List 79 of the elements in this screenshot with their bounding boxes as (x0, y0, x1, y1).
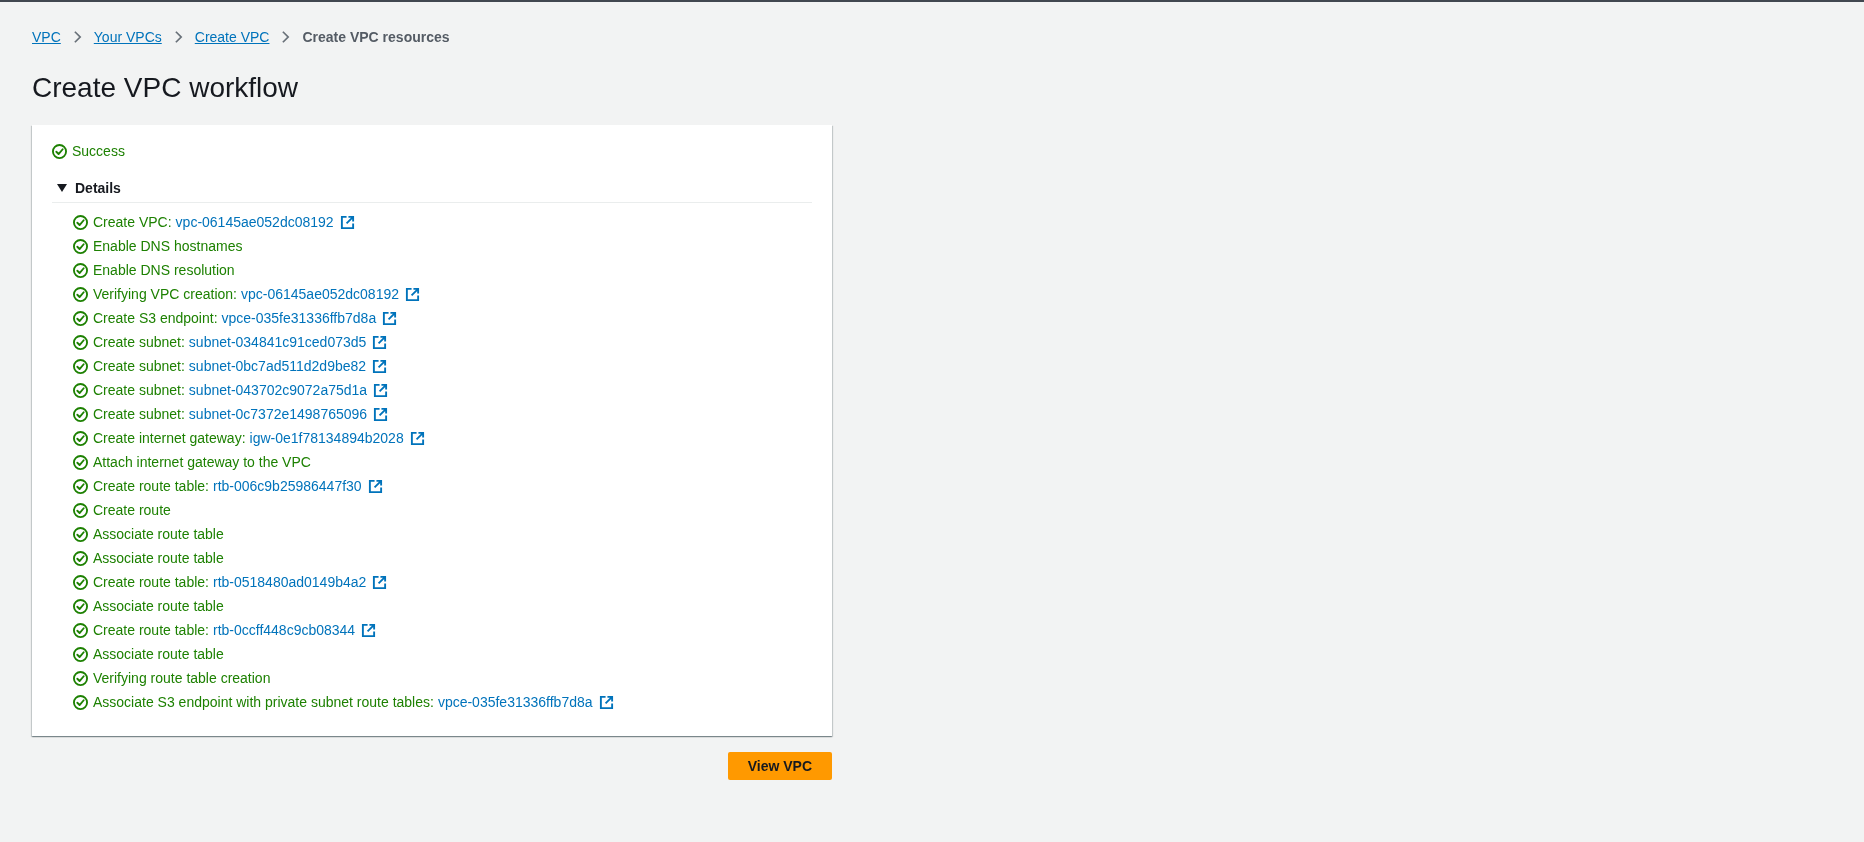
success-check-icon (73, 694, 88, 710)
external-link-icon[interactable] (598, 694, 614, 710)
external-link-icon[interactable] (405, 286, 420, 302)
step-text: Verifying route table creation (93, 669, 271, 688)
success-check-icon (73, 478, 88, 494)
success-check-icon (73, 670, 88, 686)
step-text: Attach internet gateway to the VPC (93, 453, 311, 472)
step-text: Create VPC: (93, 213, 172, 232)
external-link-icon[interactable] (372, 574, 388, 590)
resource-link[interactable]: subnet-034841c91ced073d5 (188, 332, 367, 352)
caret-down-icon (57, 183, 67, 193)
step-text: Enable DNS resolution (93, 261, 235, 280)
success-check-icon (73, 238, 88, 254)
resource-link[interactable]: igw-0e1f78134894b2028 (249, 428, 404, 448)
step-text: Associate S3 endpoint with private subnet route tables: (93, 693, 434, 712)
step-text: Create internet gateway: (93, 429, 246, 448)
resource-link[interactable]: rtb-0ccff448c9cb08344 (212, 620, 356, 640)
resource-link[interactable]: subnet-0bc7ad511d2d9be82 (188, 356, 367, 376)
success-check-icon (73, 334, 88, 350)
breadcrumb-link[interactable]: Your VPCs (93, 27, 162, 47)
resource-link[interactable]: rtb-006c9b25986447f30 (212, 476, 362, 496)
step-text: Create route table: (93, 621, 209, 640)
success-check-icon (73, 646, 88, 662)
success-check-icon (73, 310, 88, 326)
chevron-right-icon (72, 30, 82, 44)
step-text: Verifying VPC creation: (93, 285, 237, 304)
chevron-right-icon (281, 30, 291, 44)
status-text: Success (72, 142, 125, 161)
external-link-icon[interactable] (382, 310, 398, 326)
step-text: Create route (93, 501, 171, 520)
breadcrumb-link[interactable]: VPC (32, 27, 61, 47)
step-text: Associate route table (93, 525, 224, 544)
chevron-right-icon (173, 30, 183, 44)
step-text: Associate route table (93, 645, 224, 664)
success-check-icon (73, 526, 88, 542)
success-check-icon (73, 502, 88, 518)
step-text: Associate route table (93, 597, 224, 616)
resource-link[interactable]: vpce-035fe31336ffb7d8a (221, 308, 377, 328)
breadcrumb-link[interactable]: Create VPC (194, 27, 270, 47)
external-link-icon[interactable] (339, 214, 355, 230)
success-check-icon (73, 430, 88, 446)
breadcrumb-current-page: Create VPC resources (302, 28, 450, 47)
resource-link[interactable]: subnet-0c7372e1498765096 (188, 404, 368, 424)
success-check-icon (73, 262, 88, 278)
success-check-icon (52, 143, 67, 159)
external-link-icon[interactable] (367, 478, 383, 494)
step-text: Create S3 endpoint: (93, 309, 218, 328)
step-text: Create route table: (93, 573, 209, 592)
step-text: Create subnet: (93, 381, 185, 400)
success-check-icon (73, 406, 88, 422)
details-toggle[interactable]: Details (52, 178, 121, 198)
resource-link[interactable]: rtb-0518480ad0149b4a2 (212, 572, 367, 592)
external-link-icon[interactable] (373, 406, 389, 422)
view-vpc-button[interactable]: View VPC (727, 752, 832, 780)
step-text: Enable DNS hostnames (93, 237, 243, 256)
step-text: Associate route table (93, 549, 224, 568)
success-check-icon (73, 550, 88, 566)
step-text: Create subnet: (93, 357, 185, 376)
step-text: Create route table: (93, 477, 209, 496)
success-check-icon (73, 454, 88, 470)
success-check-icon (73, 598, 88, 614)
success-check-icon (73, 286, 88, 302)
success-check-icon (73, 622, 88, 638)
step-text: Create subnet: (93, 333, 185, 352)
external-link-icon[interactable] (372, 358, 388, 374)
resource-link[interactable]: subnet-043702c9072a75d1a (188, 380, 368, 400)
success-check-icon (73, 214, 88, 230)
external-link-icon[interactable] (361, 622, 377, 638)
step-text: Create subnet: (93, 405, 185, 424)
resource-link[interactable]: vpc-06145ae052dc08192 (175, 212, 334, 232)
resource-link[interactable]: vpc-06145ae052dc08192 (240, 284, 399, 304)
external-link-icon[interactable] (373, 382, 389, 398)
resource-link[interactable]: vpce-035fe31336ffb7d8a (437, 692, 593, 712)
success-check-icon (73, 382, 88, 398)
page-title: Create VPC workflow (32, 71, 299, 105)
external-link-icon[interactable] (372, 334, 388, 350)
external-link-icon[interactable] (409, 430, 425, 446)
success-check-icon (73, 358, 88, 374)
success-check-icon (73, 574, 88, 590)
